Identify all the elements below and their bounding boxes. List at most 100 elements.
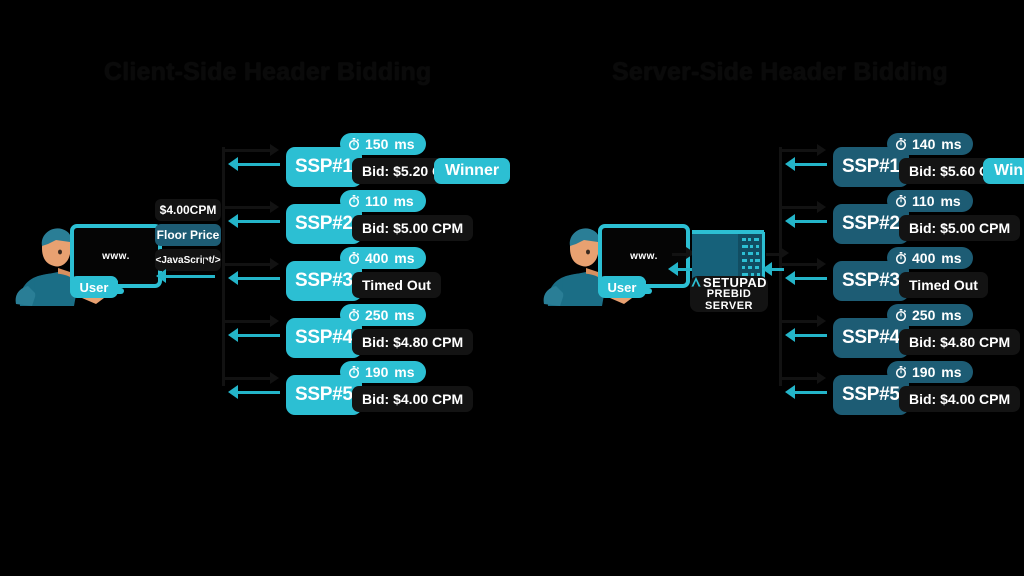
ssp-row: SSP#4 250 ms Bid: $4.80 CPM — [833, 304, 1024, 358]
latency-pill-right-5: 190 ms — [887, 361, 974, 383]
user-illustration-client: www. User — [12, 218, 162, 308]
latency-value: 140 — [912, 136, 936, 152]
latency-unit: ms — [937, 250, 962, 266]
latency-pill-right-3: 400 ms — [887, 247, 974, 269]
connector-request-right-2 — [779, 206, 819, 209]
stopwatch-icon — [895, 138, 907, 150]
latency-unit: ms — [390, 307, 415, 323]
arrow-response-right-5-icon — [785, 385, 795, 399]
connector-request-left-1 — [222, 149, 272, 152]
connector-request-right-5 — [779, 377, 819, 380]
connector-request-left-4 — [222, 320, 272, 323]
stopwatch-icon — [348, 366, 360, 378]
latency-pill-left-1: 150 ms — [340, 133, 427, 155]
bid-pill-right-4: Bid: $4.80 CPM — [899, 329, 1021, 355]
arrow-request-right-5-icon — [817, 372, 826, 384]
latency-value: 400 — [912, 250, 936, 266]
prebid-server-label: SETUPAD PREBID SERVER — [690, 274, 768, 312]
connector-request-left-3 — [222, 263, 272, 266]
connector-request-right-3 — [779, 263, 819, 266]
connector-trunk-server — [779, 147, 782, 386]
arrow-response-left-1-icon — [228, 157, 238, 171]
arrow-response-right-1-icon — [785, 157, 795, 171]
arrow-server-to-trunk-icon — [780, 247, 789, 259]
server-line-3: SERVER — [704, 299, 754, 312]
floor-price-label: Floor Price — [155, 224, 221, 246]
stopwatch-icon — [895, 309, 907, 321]
latency-unit: ms — [936, 193, 961, 209]
connector-request-right-4 — [779, 320, 819, 323]
user-label: User — [70, 276, 118, 298]
monitor-url-text: www. — [630, 250, 658, 262]
connector-response-right-5 — [795, 391, 827, 394]
arrow-response-left-5-icon — [228, 385, 238, 399]
bid-pill-right-5: Bid: $4.00 CPM — [899, 386, 1021, 412]
timeout-pill-right-3: Timed Out — [899, 272, 988, 298]
arrow-request-right-1-icon — [817, 144, 826, 156]
latency-unit: ms — [390, 136, 415, 152]
ssp-row: SSP#2 110 ms Bid: $5.00 CPM — [833, 190, 1024, 244]
latency-pill-left-3: 400 ms — [340, 247, 427, 269]
setupad-brand-text: SETUPAD — [703, 274, 767, 290]
arrow-response-left-4-icon — [228, 328, 238, 342]
bid-pill-left-2: Bid: $5.00 CPM — [352, 215, 474, 241]
ssp-row: SSP#3 400 ms Timed Out — [833, 247, 1024, 301]
latency-pill-left-4: 250 ms — [340, 304, 427, 326]
latency-pill-left-2: 110 ms — [340, 190, 426, 212]
arrow-response-right-2-icon — [785, 214, 795, 228]
arrow-request-left-4-icon — [270, 315, 279, 327]
arrow-server-to-user-icon — [668, 262, 678, 276]
connector-request-left-2 — [222, 206, 272, 209]
arrow-request-right-3-icon — [817, 258, 826, 270]
connector-response-left-2 — [238, 220, 280, 223]
ssp-row: SSP#2 110 ms Bid: $5.00 CPM — [286, 190, 506, 244]
connector-request-right-1 — [779, 149, 819, 152]
stopwatch-icon — [348, 252, 360, 264]
arrow-response-right-4-icon — [785, 328, 795, 342]
latency-pill-right-2: 110 ms — [887, 190, 973, 212]
connector-response-left-1 — [238, 163, 280, 166]
arrow-request-right-4-icon — [817, 315, 826, 327]
connector-floorprice-to-user-in — [165, 275, 215, 278]
latency-unit: ms — [390, 250, 415, 266]
arrow-response-left-3-icon — [228, 271, 238, 285]
latency-value: 150 — [365, 136, 389, 152]
connector-server-to-user — [676, 268, 692, 271]
connector-response-right-3 — [795, 277, 827, 280]
stopwatch-icon — [895, 252, 907, 264]
ssp-row: SSP#1 150 ms Bid: $5.20 CPM Winner — [286, 133, 511, 187]
winner-badge-right: Winner — [983, 158, 1024, 184]
ssp-row: SSP#5 190 ms Bid: $4.00 CPM — [833, 361, 1024, 415]
arrow-request-left-5-icon — [270, 372, 279, 384]
arrow-response-right-3-icon — [785, 271, 795, 285]
page-title-server-side: Server-Side Header Bidding — [612, 58, 948, 86]
arrow-request-left-2-icon — [270, 201, 279, 213]
connector-response-right-1 — [795, 163, 827, 166]
connector-response-right-2 — [795, 220, 827, 223]
monitor-url-text: www. — [102, 250, 130, 262]
ssp-row: SSP#4 250 ms Bid: $4.80 CPM — [286, 304, 506, 358]
latency-value: 190 — [912, 364, 936, 380]
connector-response-left-5 — [238, 391, 280, 394]
bid-pill-left-5: Bid: $4.00 CPM — [352, 386, 474, 412]
bid-pill-right-2: Bid: $5.00 CPM — [899, 215, 1021, 241]
arrow-request-left-1-icon — [270, 144, 279, 156]
latency-value: 250 — [912, 307, 936, 323]
stopwatch-icon — [348, 138, 360, 150]
bid-pill-left-4: Bid: $4.80 CPM — [352, 329, 474, 355]
user-illustration-server: www. User — [540, 218, 690, 308]
setupad-brand: SETUPAD — [691, 274, 767, 290]
arrow-user-to-floorprice-icon — [204, 258, 213, 270]
prebid-server-rack-icon — [692, 228, 766, 282]
latency-unit: ms — [937, 364, 962, 380]
latency-unit: ms — [389, 193, 414, 209]
user-label: User — [598, 276, 646, 298]
latency-value: 190 — [365, 364, 389, 380]
floor-price-cpm: $4.00CPM — [155, 199, 221, 221]
connector-trunk-to-server — [770, 268, 784, 271]
stopwatch-icon — [895, 195, 907, 207]
latency-pill-left-5: 190 ms — [340, 361, 427, 383]
arrow-request-left-3-icon — [270, 258, 279, 270]
arrow-trunk-to-server-icon — [762, 262, 772, 276]
timeout-pill-left-3: Timed Out — [352, 272, 441, 298]
